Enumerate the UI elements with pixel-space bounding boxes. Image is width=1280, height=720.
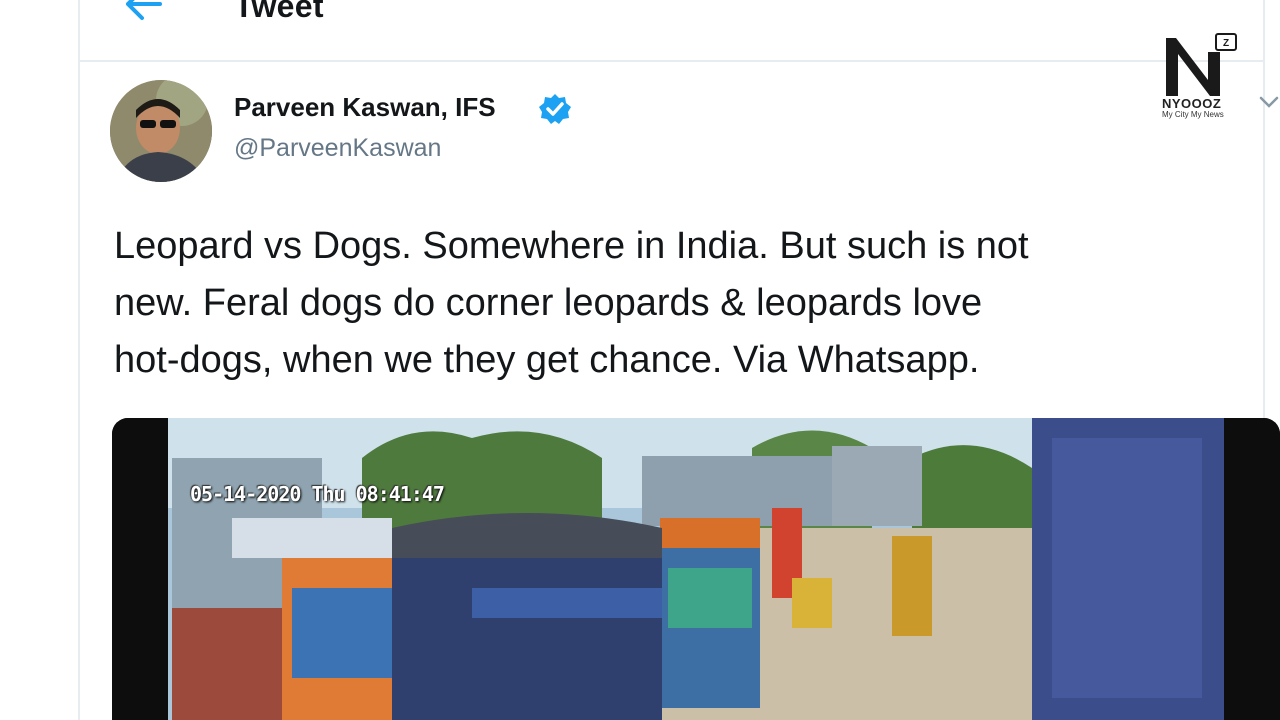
video-frame [112,418,1280,720]
timeline-left-border [78,0,80,720]
page-title: Tweet [234,0,324,24]
profile-photo [110,80,212,182]
back-button[interactable] [124,0,164,22]
chevron-down-icon [1259,96,1279,108]
tweet-line: new. Feral dogs do corner leopards & leo… [114,282,983,324]
cctv-timestamp: 05-14-2020 Thu 08:41:47 [190,482,445,506]
watermark-name: NYOOOZ [1162,96,1222,111]
author-handle[interactable]: @ParveenKaswan [234,134,441,163]
svg-text:Z: Z [1223,38,1229,49]
tweet-line: hot-dogs, when we they get chance. Via W… [114,339,980,381]
tweet-video[interactable]: 05-14-2020 Thu 08:41:47 [112,418,1280,720]
tweet-line: Leopard vs Dogs. Somewhere in India. But… [114,225,1029,267]
arrow-left-icon [126,0,162,20]
more-options-button[interactable] [1258,94,1280,110]
verified-badge-icon [538,92,572,126]
avatar[interactable] [110,80,212,182]
watermark-tagline: My City My News [1162,110,1224,119]
tweet-text: Leopard vs Dogs. Somewhere in India. But… [114,218,1254,389]
author-name[interactable]: Parveen Kaswan, IFS [234,92,496,123]
